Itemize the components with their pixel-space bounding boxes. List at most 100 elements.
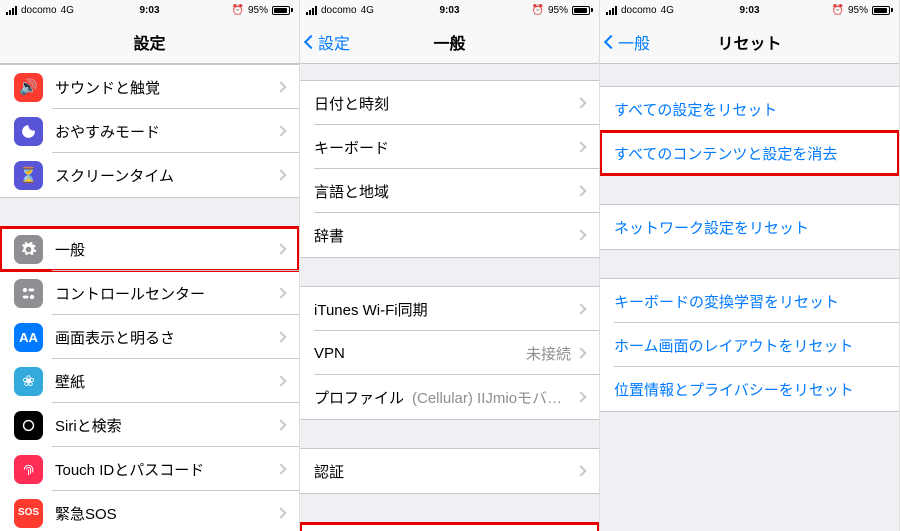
battery-icon [572,6,593,15]
row-label: ネットワーク設定をリセット [614,217,885,238]
row-label: キーボードの変換学習をリセット [614,291,885,312]
row-label: サウンドと触覚 [55,77,277,98]
chevron-right-icon [275,375,286,386]
chevron-right-icon [275,81,286,92]
row-reset-network[interactable]: ネットワーク設定をリセット [600,205,899,249]
row-itunes-wifi[interactable]: iTunes Wi-Fi同期 [300,287,599,331]
row-label: iTunes Wi-Fi同期 [314,299,577,320]
sos-icon: SOS [14,499,43,528]
chevron-right-icon [575,347,586,358]
row-label: 日付と時刻 [314,93,577,114]
chevron-right-icon [575,141,586,152]
row-vpn[interactable]: VPN 未接続 [300,331,599,375]
siri-icon [14,411,43,440]
status-time: 9:03 [139,5,159,16]
speaker-icon: 🔊 [14,73,43,102]
row-value: (Cellular) IIJmioモバイルサ… [412,387,571,408]
reset-screen: docomo 4G 9:03 ⏰ 95% 一般 リセット すべての設定をリセット… [600,0,900,531]
battery-icon [272,6,293,15]
chevron-right-icon [575,97,586,108]
chevron-right-icon [275,419,286,430]
row-label: 言語と地域 [314,181,577,202]
row-general[interactable]: 一般 [0,227,299,271]
moon-icon [14,117,43,146]
nav-bar: 設定 [0,20,299,64]
chevron-left-icon [604,34,618,48]
row-label: おやすみモード [55,121,277,142]
row-keyboard[interactable]: キーボード [300,125,599,169]
back-label: 設定 [318,30,350,54]
row-screentime[interactable]: ⏳ スクリーンタイム [0,153,299,197]
row-controlcenter[interactable]: コントロールセンター [0,271,299,315]
chevron-right-icon [575,303,586,314]
row-profile[interactable]: プロファイル (Cellular) IIJmioモバイルサ… [300,375,599,419]
row-label: 位置情報とプライバシーをリセット [614,379,885,400]
battery-icon [872,6,893,15]
chevron-right-icon [275,125,286,136]
row-reset[interactable]: リセット [300,523,599,531]
alarm-icon: ⏰ [532,5,544,16]
status-bar: docomo 4G 9:03 ⏰ 95% [600,0,899,20]
battery-pct: 95% [548,5,568,16]
row-label: スクリーンタイム [55,165,277,186]
row-touchid[interactable]: Touch IDとパスコード [0,447,299,491]
row-label: プロファイル [314,387,404,408]
row-label: ホーム画面のレイアウトをリセット [614,335,885,356]
row-dictionary[interactable]: 辞書 [300,213,599,257]
row-label: コントロールセンター [55,283,277,304]
signal-icon [6,6,17,15]
chevron-right-icon [275,463,286,474]
row-wallpaper[interactable]: ❀ 壁紙 [0,359,299,403]
chevron-left-icon [304,34,318,48]
signal-icon [606,6,617,15]
row-reset-home[interactable]: ホーム画面のレイアウトをリセット [600,323,899,367]
row-sounds[interactable]: 🔊 サウンドと触覚 [0,65,299,109]
row-datetime[interactable]: 日付と時刻 [300,81,599,125]
battery-pct: 95% [848,5,868,16]
status-time: 9:03 [439,5,459,16]
back-button[interactable]: 一般 [606,20,650,63]
chevron-right-icon [575,229,586,240]
row-label: 辞書 [314,225,577,246]
chevron-right-icon [275,331,286,342]
battery-pct: 95% [248,5,268,16]
row-siri[interactable]: Siriと検索 [0,403,299,447]
chevron-right-icon [575,185,586,196]
gear-icon [14,235,43,264]
row-label: すべてのコンテンツと設定を消去 [614,143,885,164]
row-label: 認証 [314,461,577,482]
network-label: 4G [361,5,374,16]
page-title: リセット [717,30,781,54]
chevron-right-icon [275,243,286,254]
row-label: 壁紙 [55,371,277,392]
back-button[interactable]: 設定 [306,20,350,63]
switches-icon [14,279,43,308]
network-label: 4G [661,5,674,16]
carrier-label: docomo [21,5,57,16]
page-title: 一般 [433,30,465,54]
nav-bar: 設定 一般 [300,20,599,64]
row-sos[interactable]: SOS 緊急SOS [0,491,299,531]
status-bar: docomo 4G 9:03 ⏰ 95% [0,0,299,20]
row-erase-all[interactable]: すべてのコンテンツと設定を消去 [600,131,899,175]
chevron-right-icon [575,465,586,476]
row-reset-keyboard[interactable]: キーボードの変換学習をリセット [600,279,899,323]
carrier-label: docomo [621,5,657,16]
row-label: VPN [314,345,526,362]
row-reset-all-settings[interactable]: すべての設定をリセット [600,87,899,131]
alarm-icon: ⏰ [232,5,244,16]
row-value: 未接続 [526,343,571,364]
row-auth[interactable]: 認証 [300,449,599,493]
row-label: 緊急SOS [55,503,277,524]
row-display[interactable]: AA 画面表示と明るさ [0,315,299,359]
signal-icon [306,6,317,15]
row-label: 一般 [55,239,277,260]
chevron-right-icon [275,507,286,518]
page-title: 設定 [133,30,165,54]
row-label: すべての設定をリセット [614,99,885,120]
row-language[interactable]: 言語と地域 [300,169,599,213]
row-reset-location[interactable]: 位置情報とプライバシーをリセット [600,367,899,411]
row-donotdisturb[interactable]: おやすみモード [0,109,299,153]
nav-bar: 一般 リセット [600,20,899,64]
hourglass-icon: ⏳ [14,161,43,190]
